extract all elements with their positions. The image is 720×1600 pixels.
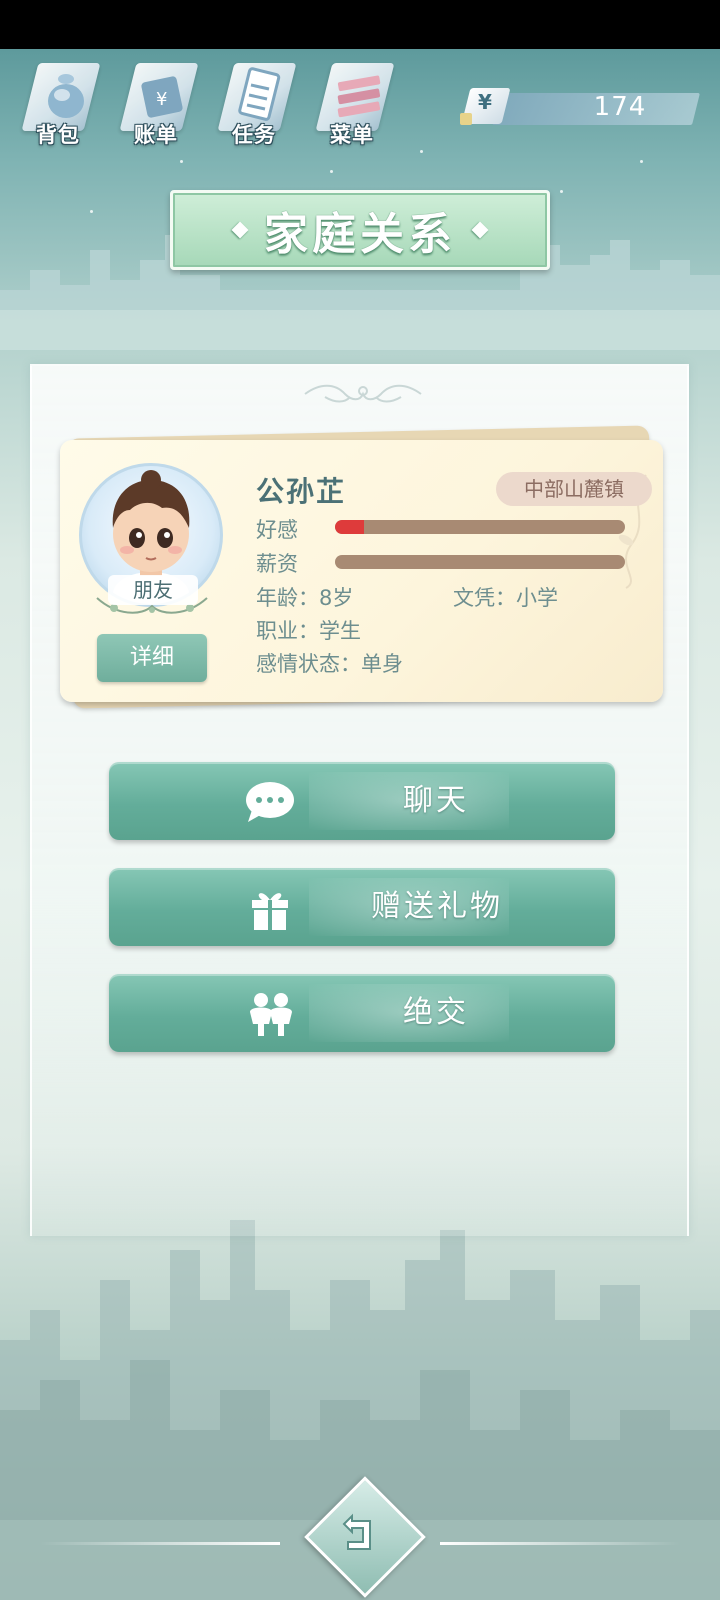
break-up-icon	[250, 993, 292, 1036]
break-up-button[interactable]: 绝交	[109, 974, 615, 1052]
sky-star	[560, 190, 563, 193]
location-badge: 中部山麓镇	[496, 472, 652, 506]
relation-label: 朋友	[108, 575, 198, 605]
affection-label: 好感	[256, 518, 298, 542]
character-name: 公孙芷	[256, 475, 347, 508]
currency-dot	[460, 113, 472, 125]
salary-bar	[335, 555, 625, 569]
affection-bar-fill	[335, 520, 364, 534]
chat-bubble-icon	[246, 782, 294, 822]
bottom-divider-right	[440, 1542, 680, 1545]
job-text: 职业：学生	[256, 619, 361, 643]
salary-label: 薪资	[256, 552, 298, 576]
sky-star	[90, 210, 93, 213]
task-button[interactable]: 任务	[214, 55, 304, 150]
chat-button[interactable]: 聊天	[109, 762, 615, 840]
menu-icon	[337, 75, 381, 118]
education-text: 文凭：小学	[453, 586, 558, 610]
sky-star	[180, 160, 183, 163]
sky-star	[640, 160, 643, 163]
detail-button[interactable]: 详细	[97, 634, 207, 682]
status-bar	[0, 0, 720, 49]
task-icon	[238, 67, 281, 121]
back-arrow-icon	[342, 1513, 371, 1550]
svg-text:¥: ¥	[156, 89, 167, 110]
main-menu-label: 菜单	[330, 123, 374, 147]
backpack-label: 背包	[36, 123, 80, 147]
task-label: 任务	[232, 123, 276, 147]
scroll-ornament-icon	[304, 384, 422, 403]
chat-label: 聊天	[403, 783, 469, 818]
game-screen: 背包 ¥ 账单 任务 菜单 ¥ 174 家庭关系 朋友 详细 公孙芷 中部山麓镇…	[0, 0, 720, 1600]
give-gift-button[interactable]: 赠送礼物	[109, 868, 615, 946]
bottom-divider-left	[40, 1542, 280, 1545]
sky-star	[330, 170, 333, 173]
break-up-label: 绝交	[403, 995, 469, 1030]
page-title-banner: 家庭关系	[170, 190, 550, 270]
backpack-icon	[48, 74, 84, 118]
page-title: 家庭关系	[264, 209, 456, 260]
bill-icon: ¥	[141, 76, 183, 118]
give-gift-label: 赠送礼物	[371, 889, 503, 924]
currency-value: 174	[593, 92, 647, 122]
main-menu-button[interactable]: 菜单	[312, 55, 402, 150]
relationship-status-text: 感情状态：单身	[256, 652, 403, 676]
gift-icon	[252, 893, 288, 930]
diamond-ornament-icon	[231, 221, 249, 239]
age-text: 年龄：8岁	[256, 586, 354, 610]
diamond-ornament-icon	[471, 221, 489, 239]
backpack-button[interactable]: 背包	[18, 55, 108, 150]
affection-bar	[335, 520, 625, 534]
bill-button[interactable]: ¥ 账单	[116, 55, 206, 150]
bill-label: 账单	[134, 123, 178, 147]
yuan-icon: ¥	[478, 90, 492, 114]
